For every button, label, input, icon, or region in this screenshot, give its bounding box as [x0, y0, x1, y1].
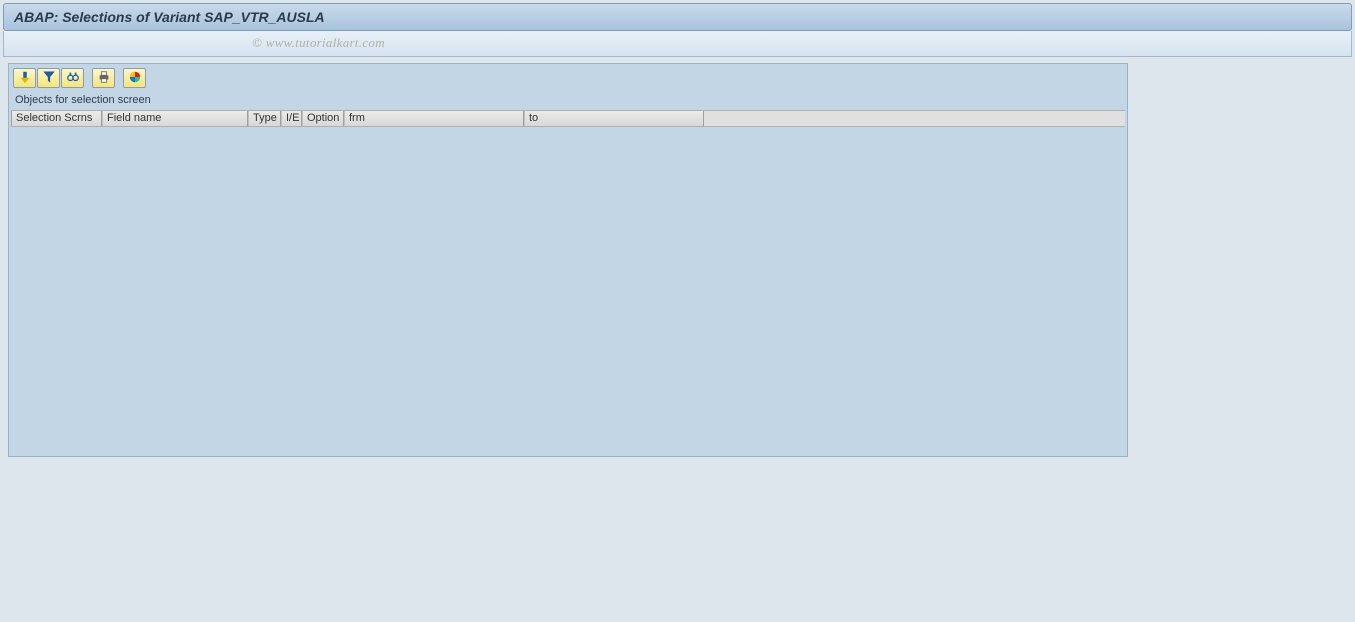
col-selection-scrns[interactable]: Selection Scrns [11, 111, 102, 126]
col-option[interactable]: Option [302, 111, 344, 126]
section-label: Objects for selection screen [9, 90, 1127, 108]
printer-icon [97, 70, 111, 87]
application-toolbar: © www.tutorialkart.com [3, 31, 1352, 57]
col-to[interactable]: to [524, 111, 704, 126]
find-button[interactable] [61, 68, 84, 88]
funnel-icon [42, 70, 56, 87]
col-type[interactable]: Type [248, 111, 281, 126]
palette-icon [128, 70, 142, 87]
colors-button[interactable] [123, 68, 146, 88]
binoculars-icon [66, 70, 80, 87]
sort-ascending-button[interactable] [13, 68, 36, 88]
watermark-text: © www.tutorialkart.com [252, 35, 385, 51]
page-title: ABAP: Selections of Variant SAP_VTR_AUSL… [14, 9, 325, 25]
col-frm[interactable]: frm [344, 111, 524, 126]
table-header-row: Selection Scrns Field name Type I/E Opti… [11, 110, 1125, 127]
alv-toolbar [9, 64, 1127, 90]
filter-button[interactable] [37, 68, 60, 88]
print-button[interactable] [92, 68, 115, 88]
col-ie[interactable]: I/E [281, 111, 302, 126]
sort-icon [18, 70, 32, 87]
col-field-name[interactable]: Field name [102, 111, 248, 126]
title-bar: ABAP: Selections of Variant SAP_VTR_AUSL… [3, 3, 1352, 31]
content-panel: Objects for selection screen Selection S… [8, 63, 1128, 457]
